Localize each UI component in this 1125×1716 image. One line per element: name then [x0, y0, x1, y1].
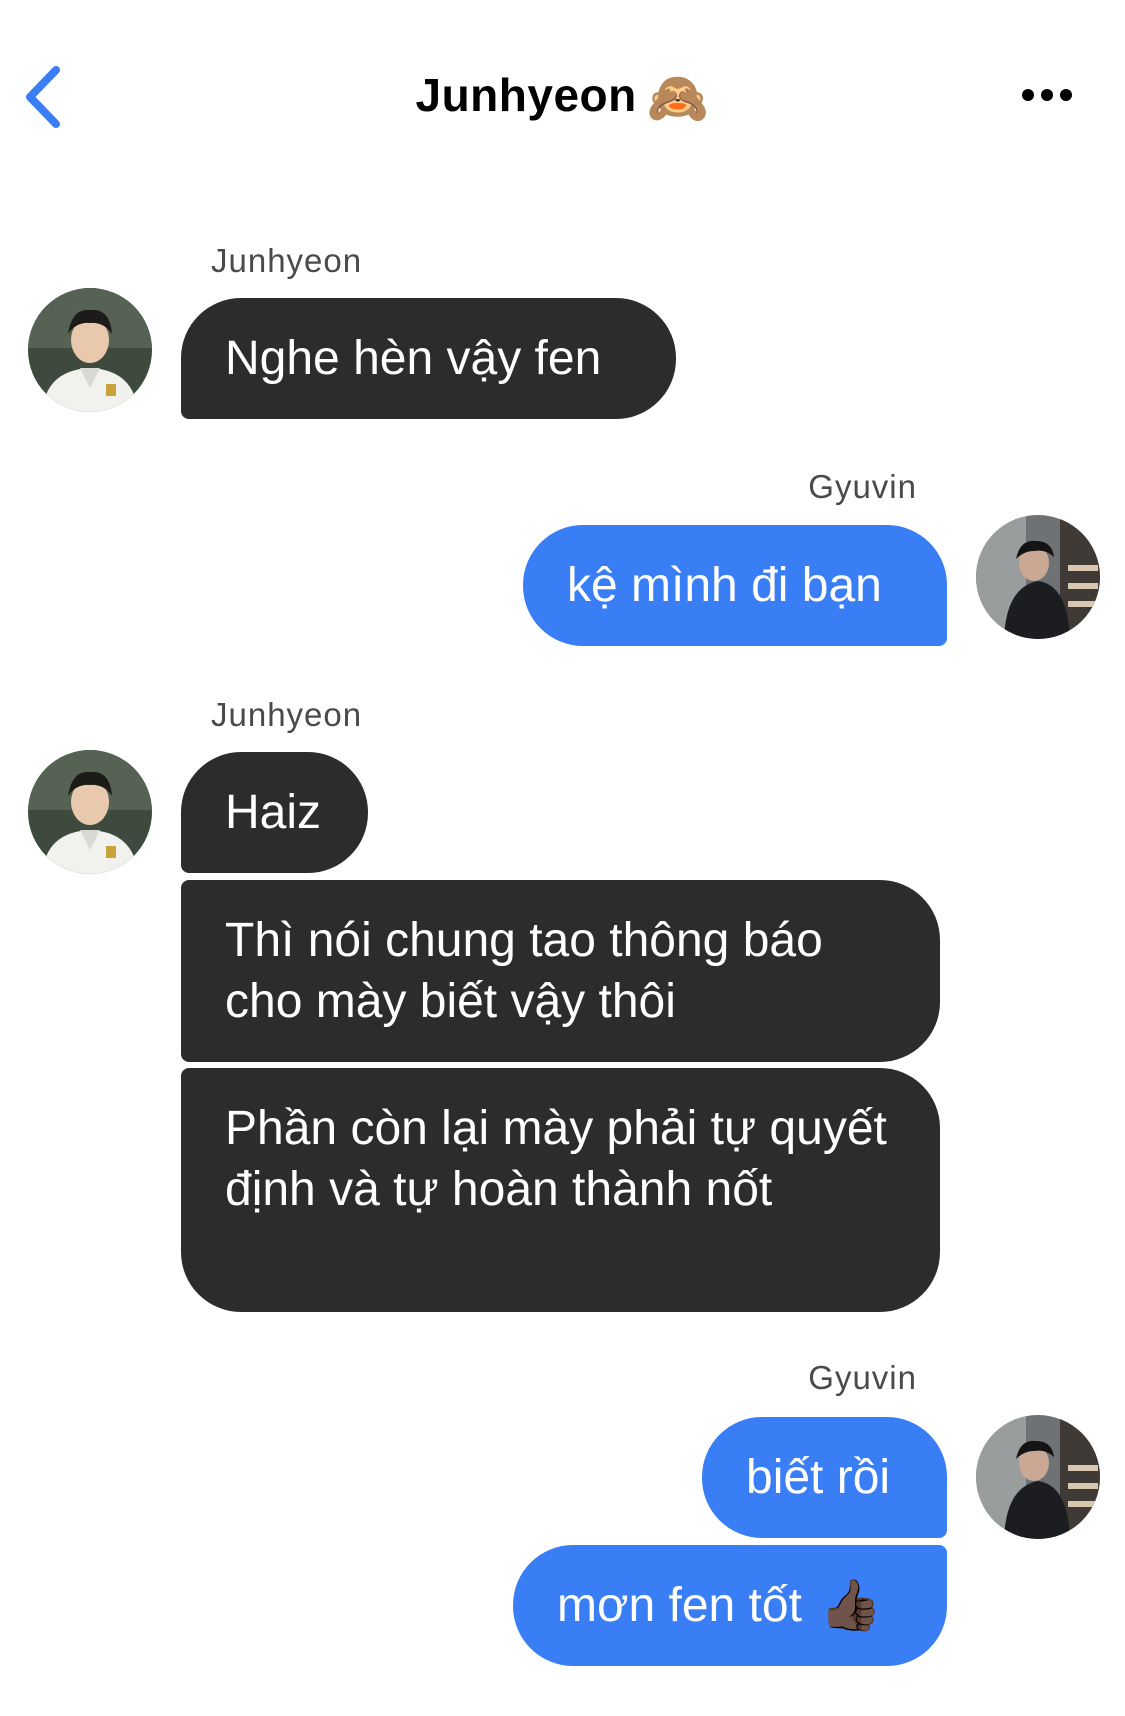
message-bubble[interactable]: biết rồi [702, 1417, 947, 1538]
message-bubble[interactable]: Phần còn lại mày phải tự quyết định và t… [181, 1068, 940, 1312]
message-bubble[interactable]: mơn fen tốt 👍🏿 [513, 1545, 947, 1666]
message-text: Thì nói chung tao thông báo cho mày biết… [225, 914, 823, 1028]
avatar-junhyeon[interactable] [28, 288, 152, 412]
message-bubble[interactable]: kệ mình đi bạn [523, 525, 947, 646]
avatar-gyuvin[interactable] [976, 515, 1100, 639]
avatar-gyuvin[interactable] [976, 1415, 1100, 1539]
message-text: Phần còn lại mày phải tự quyết định và t… [225, 1102, 887, 1216]
more-options-button[interactable] [1022, 88, 1084, 106]
ellipsis-icon [1022, 88, 1084, 106]
message-bubble[interactable]: Thì nói chung tao thông báo cho mày biết… [181, 880, 940, 1062]
sender-name: Gyuvin [808, 1359, 917, 1396]
sender-name: Gyuvin [808, 468, 917, 505]
see-no-evil-monkey-emoji: 🙈 [646, 70, 710, 126]
message-bubble[interactable]: Haiz [181, 752, 368, 873]
sender-name: Junhyeon [211, 242, 363, 279]
thumbs-up-icon: 👍🏿 [819, 1577, 883, 1633]
title-text: Junhyeon [415, 69, 637, 121]
avatar-junhyeon[interactable] [28, 750, 152, 874]
message-text: kệ mình đi bạn [567, 559, 882, 612]
message-text: mơn fen tốt [557, 1579, 802, 1632]
message-text: Nghe hèn vậy fen [225, 332, 602, 385]
message-text: Haiz [225, 786, 322, 839]
message-text: biết rồi [746, 1451, 891, 1504]
sender-name: Junhyeon [211, 696, 363, 733]
message-bubble[interactable]: Nghe hèn vậy fen [181, 298, 676, 419]
conversation-title[interactable]: Junhyeon 🙈 [0, 68, 1125, 128]
